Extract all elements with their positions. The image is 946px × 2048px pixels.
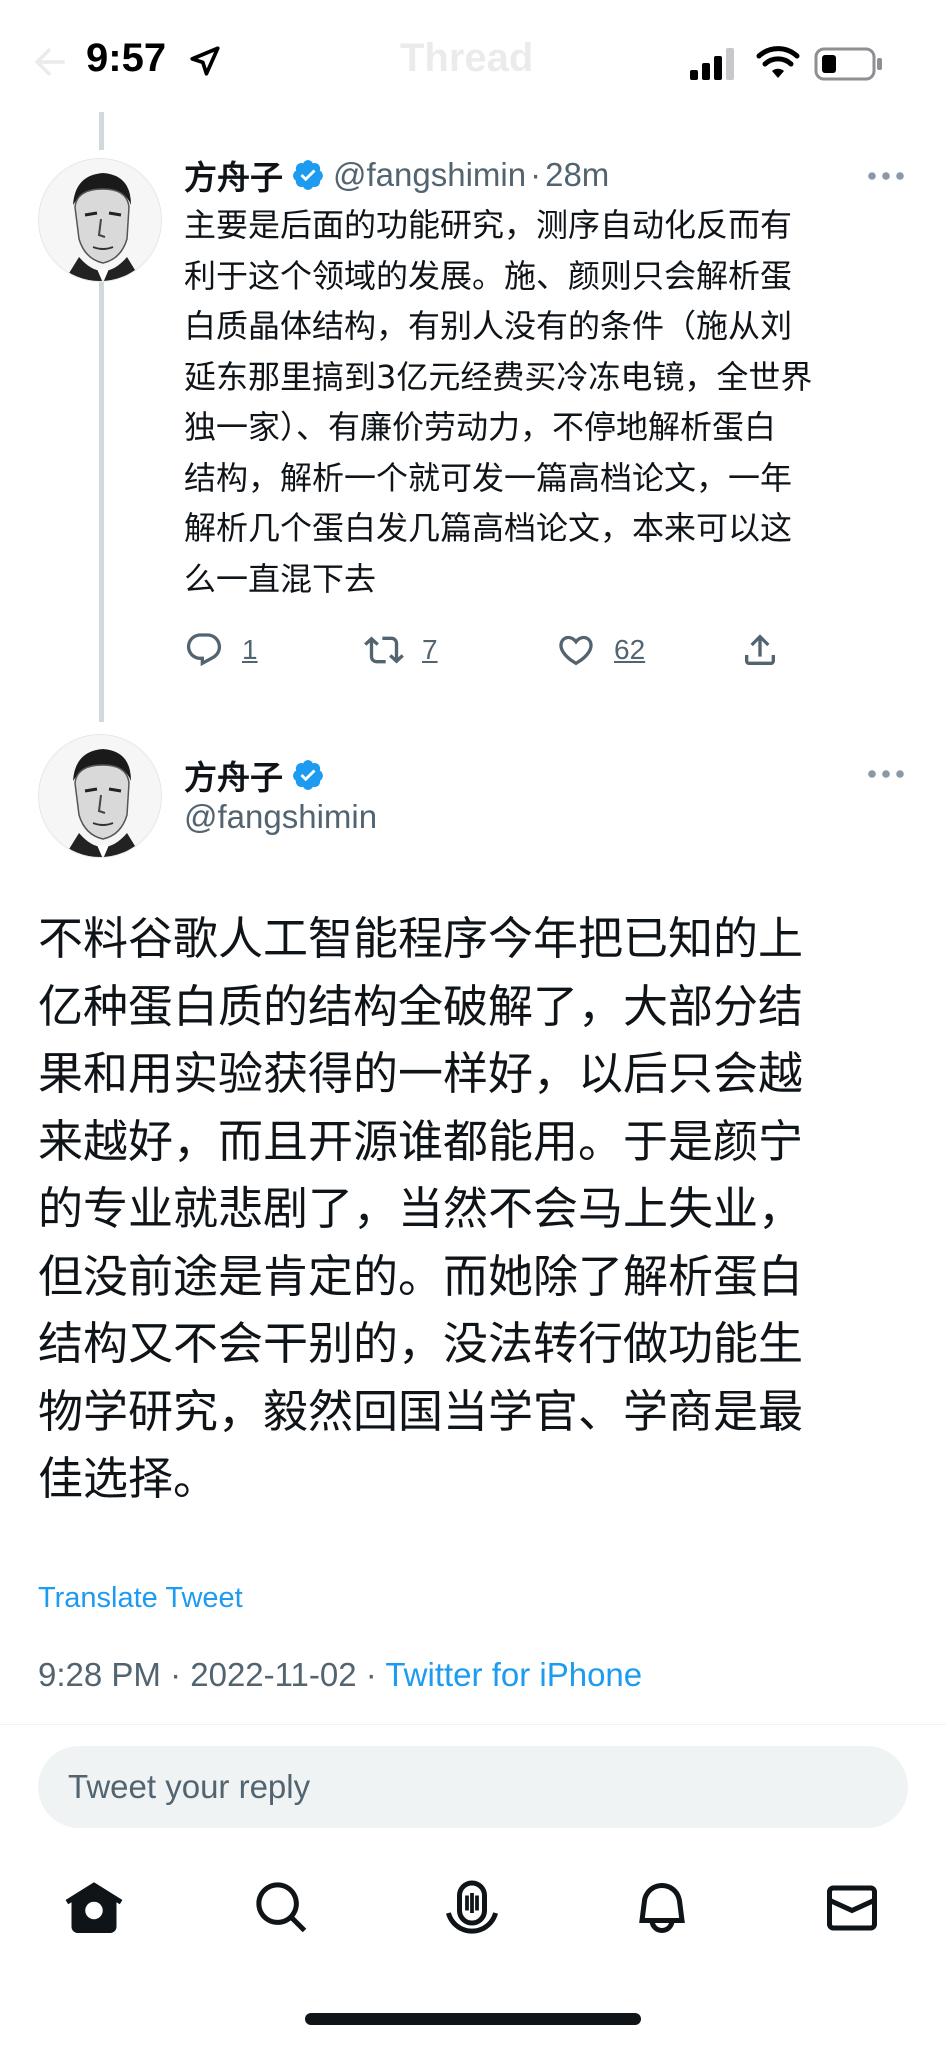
more-options-icon[interactable] <box>866 768 906 780</box>
nav-title: Thread <box>400 36 534 80</box>
notifications-icon[interactable] <box>632 1878 692 1938</box>
cellular-signal-icon <box>690 48 734 80</box>
avatar[interactable] <box>38 158 162 282</box>
avatar-portrait-icon <box>39 159 161 281</box>
main-author-name[interactable]: 方舟子 <box>184 751 283 799</box>
reply-icon <box>186 633 222 667</box>
status-time: 9:57 <box>86 36 167 80</box>
tweet-header: 方舟子 @fangshimin · 28m <box>184 152 609 198</box>
main-tweet-text: 不料谷歌人工智能程序今年把已知的上 亿种蛋白质的结构全破解了，大部分结 果和用实… <box>38 912 804 1505</box>
spaces-icon[interactable] <box>442 1878 502 1938</box>
battery-icon <box>814 47 882 81</box>
translate-tweet-link[interactable]: Translate Tweet <box>38 1582 243 1615</box>
home-icon[interactable] <box>64 1878 124 1938</box>
status-bar: 9:57 Thread <box>0 0 946 120</box>
tweet-metadata: 9:28 PM · 2022-11-02 · Twitter for iPhon… <box>38 1656 642 1694</box>
author-handle[interactable]: @fangshimin <box>333 156 526 194</box>
retweet-button[interactable]: 7 <box>364 620 438 680</box>
wifi-icon <box>756 46 800 78</box>
share-button[interactable] <box>740 620 780 680</box>
heart-icon <box>559 635 593 666</box>
tweet-time: 9:28 PM <box>38 1656 161 1693</box>
back-arrow-icon[interactable] <box>28 40 72 84</box>
reply-button[interactable]: 1 <box>184 620 258 680</box>
meta-separator: · <box>170 1656 191 1693</box>
location-arrow-icon <box>190 46 220 76</box>
reply-input[interactable] <box>38 1746 908 1828</box>
verified-badge-icon <box>293 760 323 790</box>
bottom-tab-bar <box>0 1858 946 1958</box>
author-name[interactable]: 方舟子 <box>184 151 283 199</box>
meta-separator: · <box>365 1656 386 1693</box>
avatar-portrait-icon <box>39 735 161 857</box>
home-indicator <box>305 2013 641 2025</box>
like-count: 62 <box>614 634 646 665</box>
retweet-icon <box>364 636 404 664</box>
thread-line-connector <box>99 282 104 722</box>
tweet-text: 主要是后面的功能研究，测序自动化反而有 利于这个领域的发展。施、颜则只会解析蛋 … <box>184 206 813 598</box>
tweet-time-ago[interactable]: 28m <box>545 156 609 194</box>
more-options-icon[interactable] <box>866 170 906 182</box>
verified-badge-icon <box>293 160 323 190</box>
main-author-row: 方舟子 <box>184 752 333 798</box>
tweet-source-link[interactable]: Twitter for iPhone <box>385 1656 642 1693</box>
divider <box>0 1724 946 1725</box>
thread-line-top <box>99 112 104 150</box>
main-author-handle[interactable]: @fangshimin <box>184 798 377 836</box>
main-avatar[interactable] <box>38 734 162 858</box>
tweet-date: 2022-11-02 <box>190 1656 357 1693</box>
meta-separator: · <box>530 156 542 193</box>
share-icon <box>745 634 775 665</box>
messages-icon[interactable] <box>822 1878 882 1938</box>
search-icon[interactable] <box>252 1878 312 1938</box>
retweet-count: 7 <box>422 634 438 665</box>
reply-count: 1 <box>242 634 258 665</box>
tweet-actions: 1 7 62 <box>184 620 804 680</box>
like-button[interactable]: 62 <box>556 620 645 680</box>
